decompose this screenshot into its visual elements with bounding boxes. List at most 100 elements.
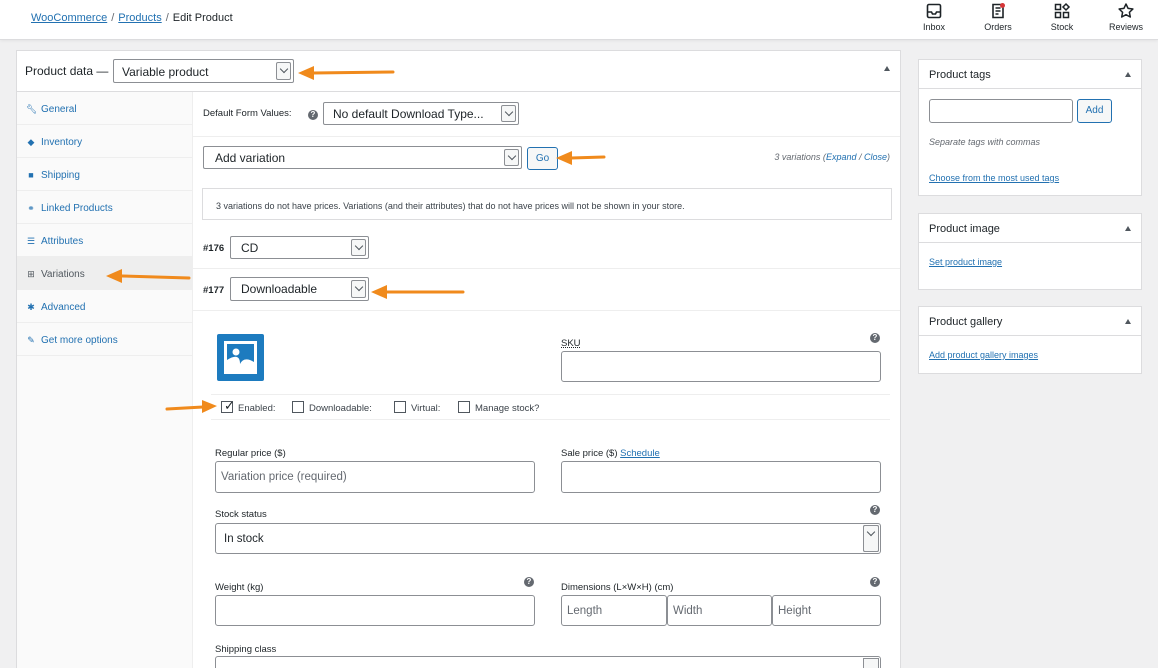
variations-count-slash: / — [856, 152, 864, 162]
choose-most-used-tags-link[interactable]: Choose from the most used tags — [929, 173, 1059, 183]
checkbox-box: ✓ — [221, 398, 235, 413]
orders-nav-item[interactable]: Orders — [966, 0, 1030, 40]
tag-icon: ◆ — [27, 137, 35, 147]
width-placeholder: Width — [673, 605, 703, 617]
tab-shipping[interactable]: ■ Shipping — [17, 158, 192, 191]
product-type-select[interactable]: Variable product — [113, 59, 294, 83]
go-button[interactable]: Go — [527, 147, 558, 170]
weight-label: Weight (kg) — [215, 582, 264, 593]
truck-icon: ■ — [28, 170, 34, 180]
variation-image-placeholder[interactable] — [217, 334, 264, 381]
chevron-down-icon — [863, 525, 879, 552]
collapse-toggle-icon[interactable] — [884, 66, 890, 71]
add-tag-button[interactable]: Add — [1077, 99, 1112, 123]
product-data-label: Product data — — [25, 64, 109, 78]
tab-advanced[interactable]: ✱ Advanced — [17, 290, 192, 323]
default-download-type-select[interactable]: No default Download Type... — [323, 102, 519, 125]
weight-input[interactable] — [215, 595, 535, 626]
breadcrumb-woocommerce-link[interactable]: WooCommerce — [31, 12, 107, 24]
height-input[interactable]: Height — [772, 595, 881, 626]
collapse-toggle-icon[interactable] — [1125, 72, 1131, 77]
manage-stock-label: Manage stock? — [475, 403, 540, 414]
sale-price-label: Sale price ($) Schedule — [561, 448, 660, 459]
shipping-class-select[interactable] — [215, 656, 881, 668]
sku-label: SKU — [561, 338, 581, 349]
chevron-down-icon — [276, 62, 291, 80]
tab-get-more-options-label: Get more options — [41, 335, 118, 346]
set-product-image-link[interactable]: Set product image — [929, 257, 1002, 267]
product-data-header: Product data — Variable product — [17, 51, 900, 92]
product-image-header[interactable]: Product image — [919, 214, 1141, 243]
variation-attribute-select[interactable]: Downloadable — [230, 277, 369, 301]
variation-attribute-value: CD — [241, 241, 259, 255]
inbox-icon — [926, 3, 942, 19]
breadcrumb-products-link[interactable]: Products — [118, 12, 161, 24]
virtual-label: Virtual: — [411, 403, 441, 414]
star-icon — [1118, 3, 1134, 18]
regular-price-placeholder: Variation price (required) — [221, 471, 347, 483]
add-variation-select[interactable]: Add variation — [203, 146, 522, 169]
variations-count-close-paren: ) — [887, 152, 890, 162]
product-tags-header[interactable]: Product tags — [919, 60, 1141, 89]
tab-general-label: General — [41, 104, 77, 115]
downloadable-label: Downloadable: — [309, 403, 372, 414]
tab-get-more-options[interactable]: ✎ Get more options — [17, 323, 192, 356]
variation-row-177[interactable]: #177 Downloadable — [193, 269, 900, 311]
regular-price-input[interactable]: Variation price (required) — [215, 461, 535, 493]
sale-price-input[interactable] — [561, 461, 881, 493]
variation-id: #177 — [203, 285, 225, 296]
stock-status-select[interactable]: In stock — [215, 523, 881, 554]
tab-linked-products[interactable]: ⚭ Linked Products — [17, 191, 192, 224]
inbox-nav-item[interactable]: Inbox — [902, 0, 966, 40]
help-icon: ? — [870, 577, 880, 587]
default-form-label: Default Form Values: — [203, 108, 292, 119]
stock-nav-item[interactable]: Stock — [1030, 0, 1094, 40]
expand-link[interactable]: Expand — [826, 152, 857, 162]
chevron-down-icon — [863, 525, 879, 552]
tab-inventory[interactable]: ◆ Inventory — [17, 125, 192, 158]
tab-inventory-label: Inventory — [41, 137, 83, 148]
tag-input[interactable] — [929, 99, 1073, 123]
image-placeholder-icon — [224, 341, 257, 374]
close-link[interactable]: Close — [864, 152, 887, 162]
help-icon: ? — [308, 110, 318, 120]
product-image-title: Product image — [929, 223, 1000, 235]
stock-status-label: Stock status — [215, 509, 267, 520]
add-variation-value: Add variation — [215, 151, 286, 165]
help-icon: ? — [870, 333, 880, 343]
inbox-label: Inbox — [922, 22, 946, 32]
reviews-label: Reviews — [1108, 22, 1143, 32]
schedule-link[interactable]: Schedule — [620, 448, 660, 459]
orders-icon — [992, 3, 1005, 19]
orders-label: Orders — [984, 22, 1012, 32]
width-input[interactable]: Width — [667, 595, 772, 626]
sku-input[interactable] — [561, 351, 881, 382]
breadcrumb-separator: / — [165, 12, 169, 24]
variation-attribute-select[interactable]: CD — [230, 236, 369, 259]
stock-label: Stock — [1050, 22, 1074, 32]
product-gallery-title: Product gallery — [929, 316, 1003, 328]
variations-panel: Default Form Values: ? No default Downlo… — [193, 92, 900, 668]
product-gallery-box: Product gallery Add product gallery imag… — [918, 306, 1142, 374]
add-gallery-images-link[interactable]: Add product gallery images — [929, 350, 1038, 360]
collapse-toggle-icon[interactable] — [1125, 319, 1131, 324]
dimensions-label: Dimensions (L×W×H) (cm) — [561, 582, 674, 593]
tab-variations-label: Variations — [41, 269, 85, 280]
product-tags-title: Product tags — [929, 69, 991, 81]
product-data-tabs: 🔧︎ General ◆ Inventory ■ Shipping ⚭ Link… — [17, 92, 193, 668]
tab-general[interactable]: 🔧︎ General — [17, 92, 192, 125]
shipping-class-label: Shipping class — [215, 644, 277, 655]
tab-variations[interactable]: ⊞ Variations — [17, 257, 192, 290]
collapse-toggle-icon[interactable] — [1125, 226, 1131, 231]
chevron-down-icon — [863, 658, 879, 668]
variation-row-176[interactable]: #176 CD — [193, 227, 900, 269]
tab-advanced-label: Advanced — [41, 302, 86, 313]
grid-icon: ⊞ — [27, 269, 35, 279]
length-placeholder: Length — [567, 605, 603, 617]
length-input[interactable]: Length — [561, 595, 667, 626]
help-icon: ? — [524, 577, 534, 587]
tab-attributes[interactable]: ☰ Attributes — [17, 224, 192, 257]
reviews-nav-item[interactable]: Reviews — [1094, 0, 1158, 40]
breadcrumb-current: Edit Product — [172, 12, 233, 24]
product-gallery-header[interactable]: Product gallery — [919, 307, 1141, 336]
